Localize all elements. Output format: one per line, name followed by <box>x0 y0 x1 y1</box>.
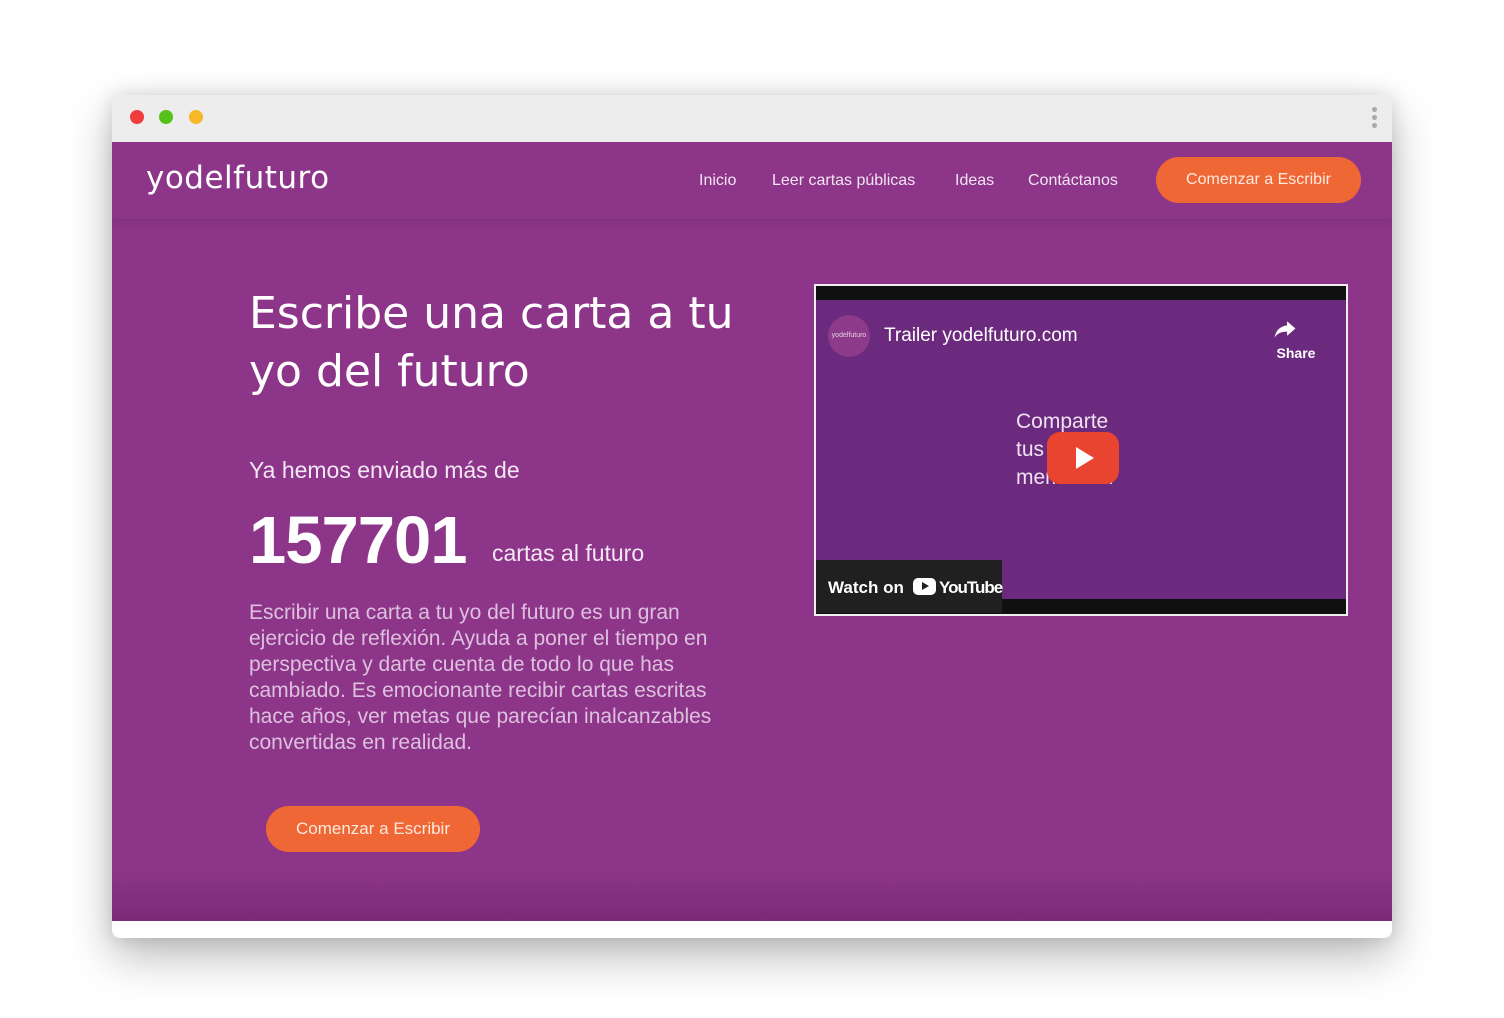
watch-on-youtube-button[interactable]: Watch on YouTube <box>816 560 1003 613</box>
letters-sent-intro: Ya hemos enviado más de <box>249 457 520 483</box>
video-player[interactable]: yodelfuturo Trailer yodelfuturo.com Shar… <box>816 300 1346 613</box>
letters-sent-suffix: cartas al futuro <box>492 540 645 566</box>
share-label: Share <box>1276 345 1316 361</box>
play-button[interactable] <box>1047 432 1119 484</box>
play-icon <box>1076 447 1094 469</box>
site-logo[interactable]: yodelfuturo <box>146 160 330 196</box>
maximize-window-button[interactable] <box>159 110 173 124</box>
hero-title: Escribe una carta a tu yo del futuro <box>249 285 749 401</box>
hero-start-writing-button[interactable]: Comenzar a Escribir <box>266 806 480 852</box>
video-title[interactable]: Trailer yodelfuturo.com <box>884 325 1078 347</box>
share-icon <box>1274 321 1296 338</box>
nav-link-ideas[interactable]: Ideas <box>955 172 994 190</box>
browser-titlebar <box>112 95 1392 142</box>
browser-window: yodelfuturo Inicio Leer cartas públicas … <box>112 95 1392 938</box>
letters-sent-count: 157701 <box>249 503 468 578</box>
hero-description: Escribir una carta a tu yo del futuro es… <box>249 601 712 754</box>
menu-dots-icon[interactable] <box>1368 105 1380 131</box>
channel-avatar[interactable]: yodelfuturo <box>828 315 870 357</box>
share-button[interactable]: Share <box>1272 316 1320 363</box>
close-window-button[interactable] <box>130 110 144 124</box>
hero-title-line-1: Escribe una carta a tu <box>249 288 734 339</box>
watch-on-label: Watch on <box>828 578 904 597</box>
nav-start-writing-button[interactable]: Comenzar a Escribir <box>1156 157 1361 203</box>
minimize-window-button[interactable] <box>189 110 203 124</box>
hero-title-line-2: yo del futuro <box>249 346 530 397</box>
site-navbar: yodelfuturo Inicio Leer cartas públicas … <box>112 142 1392 219</box>
youtube-wordmark: YouTube <box>939 578 1003 597</box>
youtube-icon <box>913 578 936 595</box>
video-embed[interactable]: yodelfuturo Trailer yodelfuturo.com Shar… <box>814 284 1348 616</box>
nav-link-inicio[interactable]: Inicio <box>699 172 736 190</box>
nav-link-public-letters[interactable]: Leer cartas públicas <box>772 172 915 190</box>
landing-page: yodelfuturo Inicio Leer cartas públicas … <box>112 142 1392 921</box>
nav-link-contact[interactable]: Contáctanos <box>1028 172 1118 190</box>
